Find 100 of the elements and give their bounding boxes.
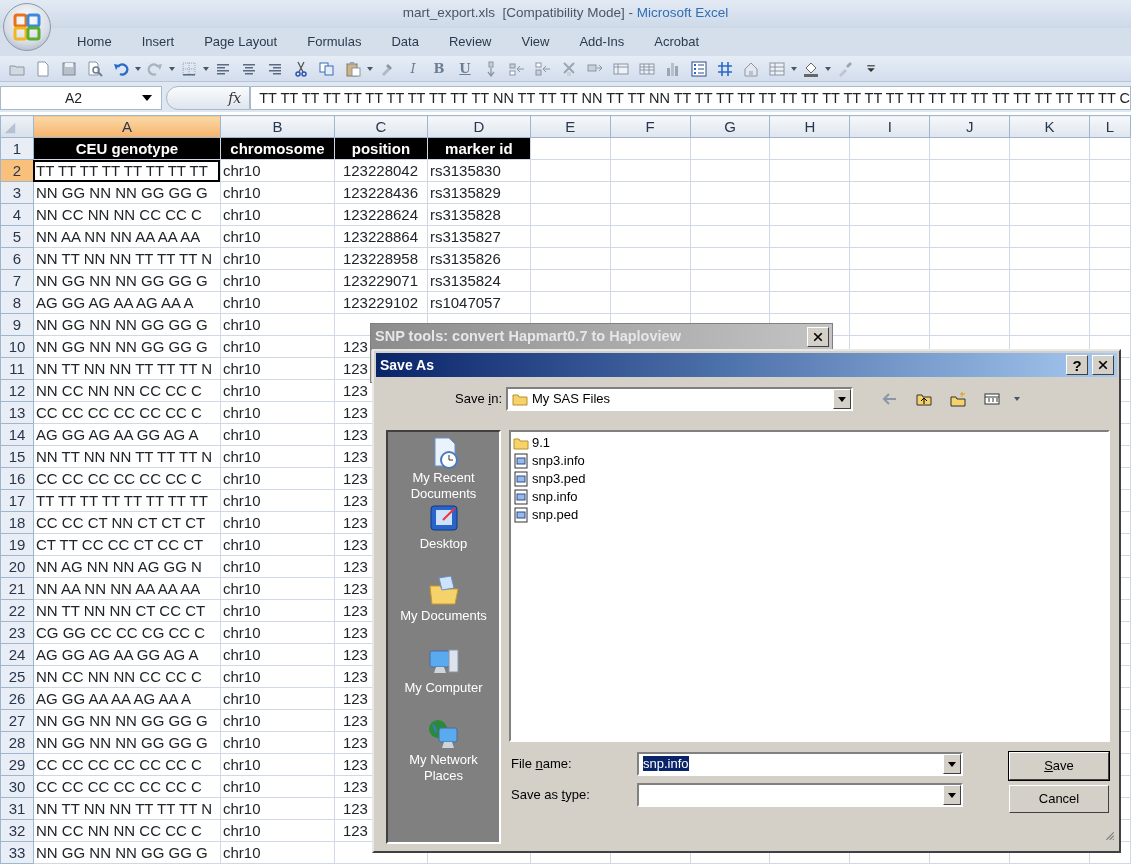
chromosome-cell: chr10 bbox=[220, 445, 335, 468]
marker-id-cell: rs3135826 bbox=[427, 247, 531, 270]
row-header[interactable]: 5 bbox=[0, 225, 34, 248]
row-header[interactable]: 4 bbox=[0, 203, 34, 226]
row-header[interactable]: 24 bbox=[0, 643, 34, 666]
row-header[interactable]: 31 bbox=[0, 797, 34, 820]
folder-papers-icon bbox=[426, 574, 461, 608]
dropdown-button[interactable] bbox=[943, 785, 961, 805]
formula-field[interactable]: TT TT TT TT TT TT TT TT TT TT TT NN TT TT TT NN TT TT NN TT TT TT TT TT TT TT TT TT TT TT TT TT TT TT TT TT TT TT TT TT C bbox=[250, 86, 1131, 110]
row-header[interactable]: 23 bbox=[0, 621, 34, 644]
column-header[interactable]: E bbox=[530, 115, 611, 138]
row-header[interactable]: 6 bbox=[0, 247, 34, 270]
row-header[interactable]: 29 bbox=[0, 753, 34, 776]
genotype-cell: CC CC CC CC CC CC C bbox=[33, 775, 221, 798]
column-header[interactable]: J bbox=[929, 115, 1010, 138]
genotype-cell: NN GG NN NN GG GG G bbox=[33, 709, 221, 732]
caret-icon bbox=[947, 760, 957, 768]
file-icon bbox=[513, 507, 529, 523]
column-header[interactable]: F bbox=[610, 115, 691, 138]
column-header[interactable]: D bbox=[427, 115, 531, 138]
row-header[interactable]: 7 bbox=[0, 269, 34, 292]
genotype-cell: NN AG NN NN AG GG N bbox=[33, 555, 221, 578]
row-header[interactable]: 18 bbox=[0, 511, 34, 534]
column-header[interactable]: A bbox=[33, 115, 221, 138]
row-header[interactable]: 20 bbox=[0, 555, 34, 578]
file-item[interactable]: snp3.ped bbox=[513, 470, 586, 488]
ribbon-tab[interactable]: Review bbox=[437, 28, 503, 56]
chromosome-cell: chr10 bbox=[220, 797, 335, 820]
row-header[interactable]: 12 bbox=[0, 379, 34, 402]
ribbon-tab[interactable]: Add-Ins bbox=[568, 28, 636, 56]
file-name-label: File name: bbox=[510, 755, 573, 774]
marker-id-cell: rs1047057 bbox=[427, 291, 531, 314]
dialog-button[interactable]: Cancel bbox=[1009, 785, 1109, 813]
clipboard-icon bbox=[345, 60, 361, 77]
row-header[interactable]: 3 bbox=[0, 181, 34, 204]
row-header[interactable]: 22 bbox=[0, 599, 34, 622]
row-header[interactable]: 27 bbox=[0, 709, 34, 732]
ribbon-tab[interactable]: Page Layout bbox=[193, 28, 289, 56]
row-header[interactable]: 25 bbox=[0, 665, 34, 688]
dropdown-button[interactable] bbox=[833, 389, 851, 409]
column-header[interactable]: C bbox=[334, 115, 428, 138]
column-header[interactable]: I bbox=[849, 115, 930, 138]
name-box[interactable]: A2 bbox=[0, 86, 162, 110]
row-header[interactable]: 1 bbox=[0, 137, 34, 160]
row-header[interactable]: 17 bbox=[0, 489, 34, 512]
file-item[interactable]: snp3.info bbox=[513, 452, 585, 470]
marker-id-cell: rs3135828 bbox=[427, 203, 531, 226]
genotype-cell: NN CC NN NN CC CC C bbox=[33, 379, 221, 402]
row-header[interactable]: 19 bbox=[0, 533, 34, 556]
row-header[interactable]: 14 bbox=[0, 423, 34, 446]
brush-icon bbox=[837, 60, 853, 77]
ribbon-tab[interactable]: Home bbox=[66, 28, 123, 56]
file-item[interactable]: 9.1 bbox=[513, 434, 551, 452]
close-button[interactable] bbox=[1092, 355, 1114, 375]
genotype-cell: CC CC CC CC CC CC C bbox=[33, 401, 221, 424]
column-header[interactable]: K bbox=[1009, 115, 1090, 138]
genotype-cell: CT TT CC CC CT CC CT bbox=[33, 533, 221, 556]
row-header[interactable]: 26 bbox=[0, 687, 34, 710]
row-header[interactable]: 33 bbox=[0, 841, 34, 864]
row-header[interactable]: 2 bbox=[0, 159, 34, 182]
redo-arrow-icon bbox=[147, 60, 163, 77]
close-button[interactable] bbox=[807, 327, 829, 347]
row-header[interactable]: 11 bbox=[0, 357, 34, 380]
file-item[interactable]: snp.info bbox=[513, 488, 578, 506]
dialog-button[interactable]: Save bbox=[1009, 752, 1109, 780]
save-as-type-dropdown[interactable] bbox=[637, 783, 963, 807]
column-header[interactable]: H bbox=[769, 115, 850, 138]
file-name-field[interactable]: snp.info bbox=[637, 752, 963, 776]
caret-icon bbox=[824, 64, 832, 73]
row-header[interactable]: 15 bbox=[0, 445, 34, 468]
row-header[interactable]: 16 bbox=[0, 467, 34, 490]
column-header[interactable]: B bbox=[220, 115, 335, 138]
help-button[interactable]: ? bbox=[1066, 355, 1088, 375]
ribbon-tab[interactable]: Acrobat bbox=[643, 28, 711, 56]
row-header[interactable]: 13 bbox=[0, 401, 34, 424]
ribbon-tab[interactable]: Insert bbox=[130, 28, 186, 56]
file-item[interactable]: snp.ped bbox=[513, 506, 579, 524]
folder-icon bbox=[512, 391, 528, 407]
ribbon-tab[interactable]: Formulas bbox=[296, 28, 373, 56]
magnifier-icon bbox=[87, 60, 103, 77]
genotype-cell: NN CC NN NN CC CC C bbox=[33, 203, 221, 226]
row-header[interactable]: 21 bbox=[0, 577, 34, 600]
column-header[interactable]: L bbox=[1089, 115, 1131, 138]
ribbon-tab[interactable]: View bbox=[510, 28, 561, 56]
save-as-type-label: Save as type: bbox=[510, 786, 591, 805]
position-cell: 123228436 bbox=[334, 181, 428, 204]
row-header[interactable]: 30 bbox=[0, 775, 34, 798]
view-menu-icon bbox=[984, 391, 1000, 407]
insert-function-button[interactable]: fx bbox=[228, 87, 242, 109]
chromosome-cell: chr10 bbox=[220, 841, 335, 864]
ribbon-tab[interactable]: Data bbox=[380, 28, 430, 56]
row-header[interactable]: 8 bbox=[0, 291, 34, 314]
column-header[interactable]: G bbox=[690, 115, 770, 138]
row-header[interactable]: 9 bbox=[0, 313, 34, 336]
row-header[interactable]: 32 bbox=[0, 819, 34, 842]
save-in-dropdown[interactable]: My SAS Files bbox=[506, 387, 853, 411]
save-in-label: Save in: bbox=[454, 390, 503, 409]
row-header[interactable]: 28 bbox=[0, 731, 34, 754]
dropdown-button[interactable] bbox=[943, 754, 961, 774]
row-header[interactable]: 10 bbox=[0, 335, 34, 358]
